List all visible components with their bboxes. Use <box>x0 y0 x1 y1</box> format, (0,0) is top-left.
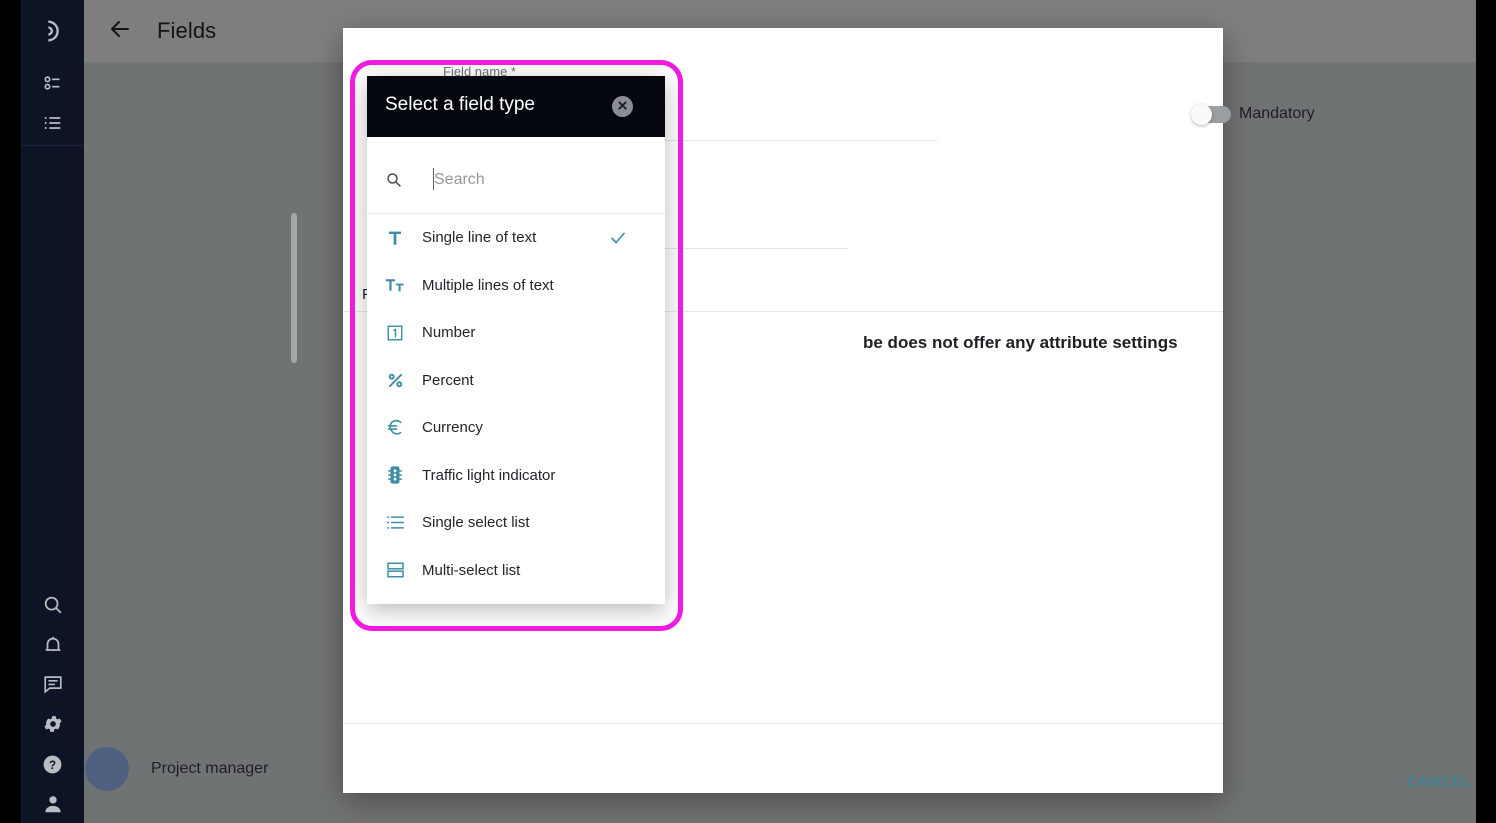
cancel-button[interactable]: CANCEL <box>1407 773 1472 789</box>
field-type-option-number[interactable]: Number <box>367 309 665 357</box>
dialog-footer-divider <box>343 723 1223 724</box>
field-type-option-multi-select-list[interactable]: Multi-select list <box>367 547 665 595</box>
field-type-option-label: Percent <box>422 371 474 389</box>
avatar <box>85 747 129 791</box>
field-type-option-multiple-lines-of-text[interactable]: Multiple lines of text <box>367 262 665 310</box>
field-type-option-single-line-of-text[interactable]: Single line of text <box>367 214 665 262</box>
right-black-strip <box>1476 0 1496 823</box>
left-nav-rail: ? <box>21 0 84 823</box>
background-row-label: Project manager <box>151 760 269 777</box>
rail-item-notifications[interactable] <box>21 630 84 660</box>
search-icon <box>385 171 403 189</box>
field-type-option-percent[interactable]: Percent <box>367 357 665 405</box>
page-title: Fields <box>157 18 217 43</box>
back-button[interactable] <box>106 17 134 45</box>
bell-icon <box>42 634 64 656</box>
user-icon <box>42 793 64 815</box>
mandatory-toggle[interactable] <box>1191 104 1231 125</box>
svg-text:?: ? <box>49 759 56 771</box>
field-type-option-label: Multi-select list <box>422 561 521 579</box>
single-select-icon <box>384 512 406 534</box>
percent-icon <box>384 369 406 391</box>
arrow-left-icon <box>108 17 132 46</box>
rail-item-search[interactable] <box>21 590 84 620</box>
gear-icon <box>42 713 64 735</box>
popup-scrollbar-thumb[interactable] <box>291 213 297 363</box>
traffic-light-icon <box>384 464 406 486</box>
text-multi-line-icon <box>384 274 406 296</box>
background-list-row: Project manager <box>85 747 268 791</box>
popup-search-row <box>367 137 665 214</box>
help-icon: ? <box>41 753 64 776</box>
search-input[interactable] <box>432 163 646 197</box>
popup-title: Select a field type <box>385 94 535 115</box>
field-type-popup: Select a field type Search Single line o… <box>367 76 665 604</box>
mandatory-label: Mandatory <box>1239 105 1315 122</box>
field-type-option-single-select-list[interactable]: Single select list <box>367 499 665 547</box>
rail-divider <box>21 145 84 146</box>
number-icon <box>384 322 406 344</box>
field-type-option-label: Currency <box>422 419 483 437</box>
field-type-option-currency[interactable]: Currency <box>367 404 665 452</box>
text-single-line-icon <box>384 227 406 249</box>
currency-euro-icon <box>384 417 406 439</box>
close-button[interactable] <box>612 96 633 117</box>
screen: ? Fields Project manager Field name * Ma… <box>0 0 1496 823</box>
close-icon <box>617 98 628 116</box>
rail-item-settings[interactable] <box>21 709 84 739</box>
field-type-option-label: Single line of text <box>422 229 537 247</box>
mandatory-toggle-knob <box>1191 104 1212 125</box>
field-type-list[interactable]: Single line of text Multiple lines of te… <box>367 214 665 604</box>
field-type-option-label: Number <box>422 324 476 342</box>
search-icon <box>42 594 64 616</box>
popup-scrollbar-track[interactable] <box>655 214 663 604</box>
rail-item-list-detail[interactable] <box>21 68 84 98</box>
rail-item-profile[interactable] <box>21 789 84 819</box>
attribute-settings-note: be does not offer any attribute settings <box>863 333 1178 352</box>
rail-item-help[interactable]: ? <box>21 749 84 779</box>
field-type-option-traffic-light-indicator[interactable]: Traffic light indicator <box>367 452 665 500</box>
rail-item-messages[interactable] <box>21 669 84 699</box>
field-type-option-label: Single select list <box>422 514 530 532</box>
logo-icon <box>39 17 67 45</box>
list-detail-icon <box>42 72 64 94</box>
multi-select-icon <box>384 559 406 581</box>
field-type-option-label: Traffic light indicator <box>422 466 556 484</box>
chat-icon <box>42 673 64 695</box>
list-icon <box>42 112 64 134</box>
rail-logo-button[interactable] <box>21 16 84 46</box>
check-icon <box>609 229 627 247</box>
field-type-option-label: Multiple lines of text <box>422 276 554 294</box>
rail-item-list[interactable] <box>21 108 84 138</box>
left-black-strip <box>0 0 21 823</box>
